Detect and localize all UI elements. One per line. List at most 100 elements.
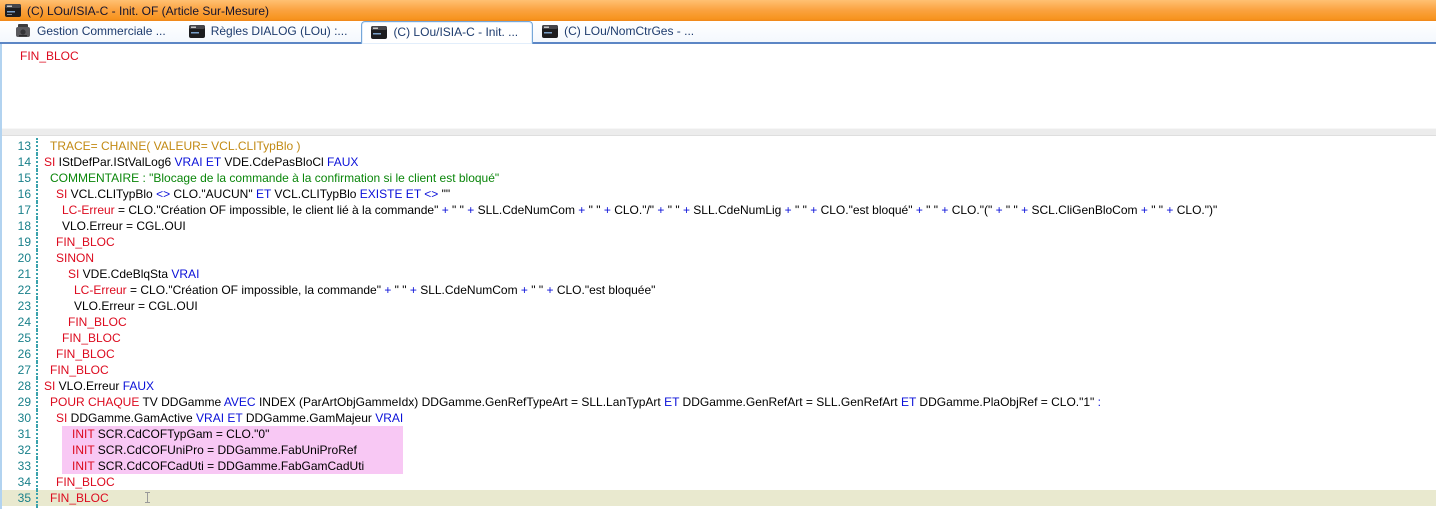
tab-nomctrges[interactable]: (C) LOu/NomCtrGes - ...	[533, 21, 708, 42]
code-token: = CLO."Création OF impossible, le client…	[115, 203, 442, 217]
code-token: VLO.Erreur	[55, 379, 122, 393]
code-token: FAUX	[123, 379, 154, 393]
terminal-icon	[542, 25, 558, 38]
code-token: +	[604, 203, 611, 217]
line-number[interactable]: 16	[2, 186, 38, 202]
code-token: COMMENTAIRE : "Blocage de la commande à …	[50, 171, 499, 185]
code-token: FIN_BLOC	[56, 347, 115, 361]
code-token: CLO.")"	[1173, 203, 1217, 217]
line-number[interactable]: 22	[2, 282, 38, 298]
code-token: VCL.CLITypBlo	[271, 187, 360, 201]
code-line[interactable]: 32 INIT SCR.CdCOFUniPro = DDGamme.FabUni…	[2, 442, 1436, 458]
code-token: " "	[792, 203, 811, 217]
code-pane-top[interactable]: FIN_BLOC	[2, 44, 1436, 128]
tab-regles-dialog[interactable]: Règles DIALOG (LOu) :...	[180, 21, 362, 42]
code-token: " "	[1148, 203, 1167, 217]
line-number[interactable]: 27	[2, 362, 38, 378]
code-line[interactable]: 31 INIT SCR.CdCOFTypGam = CLO."0"	[2, 426, 1436, 442]
line-number[interactable]: 24	[2, 314, 38, 330]
code-line[interactable]: 16SI VCL.CLITypBlo <> CLO."AUCUN" ET VCL…	[2, 186, 1436, 202]
code-line[interactable]: 22LC-Erreur = CLO."Création OF impossibl…	[2, 282, 1436, 298]
code-line[interactable]: 18 VLO.Erreur = CGL.OUI	[2, 218, 1436, 234]
code-line[interactable]: 21SI VDE.CdeBlqSta VRAI	[2, 266, 1436, 282]
line-number[interactable]: 31	[2, 426, 38, 442]
code-token: SCR.CdCOFCadUti = DDGamme.FabGamCadUti	[94, 459, 364, 473]
code-token: VRAI	[375, 411, 403, 425]
window-title: (C) LOu/ISIA-C - Init. OF (Article Sur-M…	[27, 4, 269, 18]
code-line[interactable]: 19 FIN_BLOC	[2, 234, 1436, 250]
code-token: EXISTE ET <>	[360, 187, 438, 201]
code-line[interactable]: 15 COMMENTAIRE : "Blocage de la commande …	[2, 170, 1436, 186]
line-number[interactable]: 33	[2, 458, 38, 474]
code-token: VDE.CdePasBloCl	[221, 155, 327, 169]
code-line[interactable]: 13TRACE= CHAINE( VALEUR= VCL.CLITypBlo )	[2, 138, 1436, 154]
code-line[interactable]: 24FIN_BLOC	[2, 314, 1436, 330]
code-token: VRAI	[171, 267, 199, 281]
code-token: CLO."("	[948, 203, 995, 217]
line-number[interactable]: 19	[2, 234, 38, 250]
code-line[interactable]: 17 LC-Erreur = CLO."Création OF impossibl…	[2, 202, 1436, 218]
code-line[interactable]: 20 SINON	[2, 250, 1436, 266]
code-token: VLO.Erreur = CGL.OUI	[74, 299, 198, 313]
code-token: VLO.Erreur = CGL.OUI	[62, 219, 186, 233]
tab-bar: Gestion Commerciale ... Règles DIALOG (L…	[0, 21, 1436, 44]
code-token: TV DDGamme	[139, 395, 223, 409]
line-number[interactable]: 13	[2, 138, 38, 154]
line-number[interactable]: 26	[2, 346, 38, 362]
code-token: FIN_BLOC	[56, 235, 115, 249]
code-line[interactable]: 30SI DDGamme.GamActive VRAI ET DDGamme.G…	[2, 410, 1436, 426]
line-number[interactable]: 21	[2, 266, 38, 282]
terminal-icon	[371, 26, 387, 39]
code-token: FIN_BLOC	[50, 363, 109, 377]
code-token: FIN_BLOC	[56, 475, 115, 489]
code-token: DDGamme.GamMajeur	[243, 411, 376, 425]
code-token: ET	[901, 395, 916, 409]
code-token: :	[1098, 395, 1101, 409]
code-token: = CLO."Création OF impossible, la comman…	[127, 283, 385, 297]
text-caret	[147, 492, 148, 503]
line-number[interactable]: 17	[2, 202, 38, 218]
line-number[interactable]: 32	[2, 442, 38, 458]
line-number[interactable]: 25	[2, 330, 38, 346]
line-number[interactable]: 30	[2, 410, 38, 426]
code-token: ET	[664, 395, 679, 409]
line-number[interactable]: 14	[2, 154, 38, 170]
line-number[interactable]: 35	[2, 490, 38, 506]
code-line[interactable]: 23 VLO.Erreur = CGL.OUI	[2, 298, 1436, 314]
code-token: " "	[585, 203, 604, 217]
line-number[interactable]: 28	[2, 378, 38, 394]
code-editor[interactable]: 13TRACE= CHAINE( VALEUR= VCL.CLITypBlo )…	[2, 136, 1436, 509]
code-token: SCR.CdCOFTypGam = CLO."0"	[94, 427, 269, 441]
code-token	[62, 443, 72, 457]
line-number[interactable]: 15	[2, 170, 38, 186]
code-line[interactable]: 33 INIT SCR.CdCOFCadUti = DDGamme.FabGam…	[2, 458, 1436, 474]
code-line[interactable]: 28SI VLO.Erreur FAUX	[2, 378, 1436, 394]
code-line[interactable]: 26 FIN_BLOC	[2, 346, 1436, 362]
tab-gestion-commerciale[interactable]: Gestion Commerciale ...	[6, 21, 180, 42]
code-token	[62, 427, 72, 441]
code-token: LC-Erreur	[62, 203, 115, 217]
line-number[interactable]: 34	[2, 474, 38, 490]
code-line[interactable]: FIN_BLOC	[20, 49, 79, 63]
code-token: SI	[56, 187, 67, 201]
code-line[interactable]: 29POUR CHAQUE TV DDGamme AVEC INDEX (Par…	[2, 394, 1436, 410]
code-token: INDEX (ParArtObjGammeIdx) DDGamme.GenRef…	[256, 395, 664, 409]
code-line[interactable]: 14SI IStDefPar.IStValLog6 VRAI ET VDE.Cd…	[2, 154, 1436, 170]
code-line[interactable]: 25FIN_BLOC	[2, 330, 1436, 346]
line-number[interactable]: 18	[2, 218, 38, 234]
line-number[interactable]: 23	[2, 298, 38, 314]
line-number[interactable]: 29	[2, 394, 38, 410]
code-token: SLL.CdeNumCom	[417, 283, 521, 297]
code-token: POUR CHAQUE	[50, 395, 139, 409]
code-token: SINON	[56, 251, 94, 265]
code-token: CLO."est bloquée"	[553, 283, 655, 297]
code-token: DDGamme.PlaObjRef = CLO."1"	[916, 395, 1098, 409]
pane-splitter[interactable]	[2, 128, 1436, 136]
code-line[interactable]: 34 FIN_BLOC	[2, 474, 1436, 490]
line-number[interactable]: 20	[2, 250, 38, 266]
tab-isia-c-active[interactable]: (C) LOu/ISIA-C - Init. ...	[361, 21, 533, 44]
code-token: DDGamme.GenRefArt = SLL.GenRefArt	[679, 395, 901, 409]
code-line[interactable]: 27 FIN_BLOC	[2, 362, 1436, 378]
code-line[interactable]: 35FIN_BLOC	[2, 490, 1436, 506]
code-token: SCL.CliGenBloCom	[1028, 203, 1141, 217]
